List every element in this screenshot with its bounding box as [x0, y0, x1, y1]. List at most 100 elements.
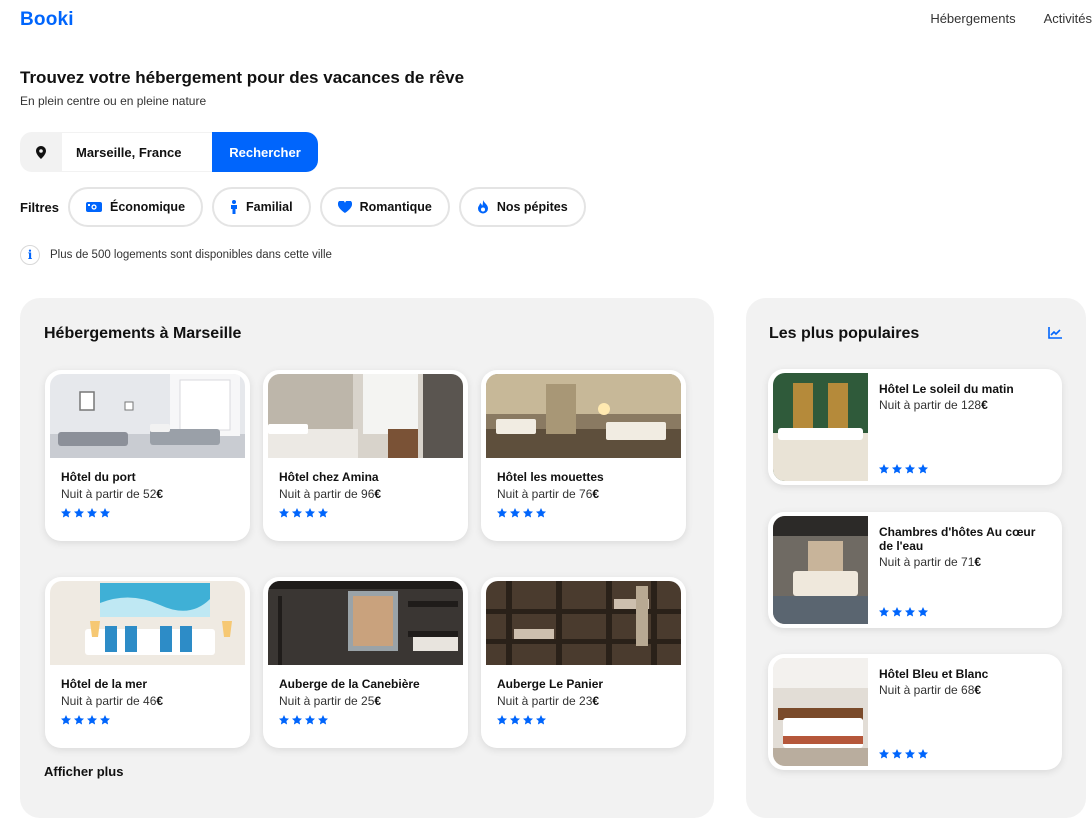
star-icon [305, 508, 315, 518]
listing-card[interactable]: Hôtel de la mer Nuit à partir de 46€ [45, 577, 250, 748]
hotel-photo [486, 581, 681, 665]
star-icon [892, 607, 902, 617]
filter-label: Familial [246, 200, 293, 214]
star-icon [87, 715, 97, 725]
popular-title: Les plus populaires [769, 325, 920, 342]
star-icon [292, 715, 302, 725]
listings-title: Hébergements à Marseille [44, 325, 242, 342]
popular-card[interactable]: Chambres d'hôtes Au cœur de l'eau Nuit à … [768, 512, 1062, 628]
listing-card[interactable]: Hôtel chez Amina Nuit à partir de 96€ [263, 370, 468, 541]
show-more-link[interactable]: Afficher plus [44, 764, 123, 779]
star-icon [279, 715, 289, 725]
trending-chart-icon[interactable] [1048, 326, 1062, 344]
money-icon [86, 201, 103, 213]
listings-panel: Hébergements à Marseille Hôtel du port N… [20, 298, 714, 818]
star-icon [918, 749, 928, 759]
star-icon [61, 715, 71, 725]
listing-card[interactable]: Hôtel du port Nuit à partir de 52€ [45, 370, 250, 541]
star-icon [523, 715, 533, 725]
nav-hebergements[interactable]: Hébergements [930, 11, 1015, 26]
main-nav: Hébergements Activités [930, 11, 1092, 26]
nav-activites[interactable]: Activités [1044, 11, 1092, 26]
page-title: Trouvez votre hébergement pour des vacan… [20, 68, 465, 87]
popular-price: Nuit à partir de 68€ [879, 683, 982, 697]
star-icon [523, 508, 533, 518]
listing-name: Auberge de la Canebière [279, 677, 420, 691]
star-icon [318, 715, 328, 725]
hotel-photo [773, 658, 868, 766]
star-rating [61, 715, 110, 725]
filter-romantique[interactable]: Romantique [319, 187, 450, 227]
listing-card[interactable]: Auberge Le Panier Nuit à partir de 23€ [481, 577, 686, 748]
hotel-photo [50, 581, 245, 665]
star-icon [305, 715, 315, 725]
star-icon [510, 508, 520, 518]
filters-bar: Filtres Économique Familial Romantique N… [20, 187, 586, 227]
star-rating [61, 508, 110, 518]
info-icon: i [20, 245, 40, 265]
info-text: Plus de 500 logements sont disponibles d… [50, 249, 332, 261]
star-icon [318, 508, 328, 518]
star-rating [497, 715, 546, 725]
popular-card[interactable]: Hôtel Bleu et Blanc Nuit à partir de 68€ [768, 654, 1062, 770]
heart-icon [337, 201, 352, 213]
page-subtitle: En plein centre ou en pleine nature [20, 94, 207, 108]
hotel-photo [773, 373, 868, 481]
hotel-photo [486, 374, 681, 458]
listing-price: Nuit à partir de 23€ [497, 694, 600, 708]
popular-name: Chambres d'hôtes Au cœur de l'eau Nuit à … [879, 525, 1051, 569]
star-rating [497, 508, 546, 518]
filter-label: Nos pépites [496, 200, 568, 214]
star-icon [510, 715, 520, 725]
star-icon [892, 749, 902, 759]
star-icon [918, 607, 928, 617]
star-icon [100, 715, 110, 725]
hotel-photo [268, 581, 463, 665]
star-icon [879, 607, 889, 617]
star-icon [497, 715, 507, 725]
star-icon [536, 715, 546, 725]
star-icon [905, 464, 915, 474]
star-rating [879, 749, 928, 759]
popular-card[interactable]: Hôtel Le soleil du matin Nuit à partir de… [768, 369, 1062, 485]
filter-label: Romantique [359, 200, 432, 214]
popular-panel: Les plus populaires Hôtel Le soleil du m… [746, 298, 1086, 818]
filter-nos-pepites[interactable]: Nos pépites [458, 187, 586, 227]
star-icon [74, 508, 84, 518]
popular-name: Hôtel Le soleil du matin Nuit à partir de… [879, 382, 1051, 412]
star-icon [497, 508, 507, 518]
popular-price: Nuit à partir de 71€ [879, 555, 982, 569]
star-icon [100, 508, 110, 518]
hotel-photo [50, 374, 245, 458]
search-button[interactable]: Rechercher [212, 132, 318, 172]
location-pin-icon [20, 132, 62, 172]
listing-name: Auberge Le Panier [497, 677, 604, 691]
listing-price: Nuit à partir de 96€ [279, 487, 382, 501]
hotel-photo [268, 374, 463, 458]
listing-price: Nuit à partir de 52€ [61, 487, 164, 501]
star-icon [292, 508, 302, 518]
filter-economique[interactable]: Économique [68, 187, 204, 227]
star-rating [879, 607, 928, 617]
search-location-input[interactable]: Marseille, France [62, 132, 212, 172]
person-icon [230, 200, 238, 214]
star-icon [879, 464, 889, 474]
filters-label: Filtres [20, 199, 60, 215]
listing-name: Hôtel chez Amina [279, 470, 379, 484]
fire-icon [477, 200, 489, 214]
star-icon [918, 464, 928, 474]
star-icon [879, 749, 889, 759]
search-bar: Marseille, France Rechercher [20, 132, 318, 172]
listing-card[interactable]: Hôtel les mouettes Nuit à partir de 76€ [481, 370, 686, 541]
popular-name: Hôtel Bleu et Blanc Nuit à partir de 68€ [879, 667, 1051, 697]
star-rating [279, 715, 328, 725]
hotel-photo [773, 516, 868, 624]
info-message: i Plus de 500 logements sont disponibles… [20, 245, 332, 265]
star-icon [279, 508, 289, 518]
booki-logo[interactable]: Booki [20, 9, 74, 31]
listing-price: Nuit à partir de 46€ [61, 694, 164, 708]
star-icon [892, 464, 902, 474]
listing-card[interactable]: Auberge de la Canebière Nuit à partir de… [263, 577, 468, 748]
filter-familial[interactable]: Familial [212, 187, 311, 227]
star-icon [74, 715, 84, 725]
